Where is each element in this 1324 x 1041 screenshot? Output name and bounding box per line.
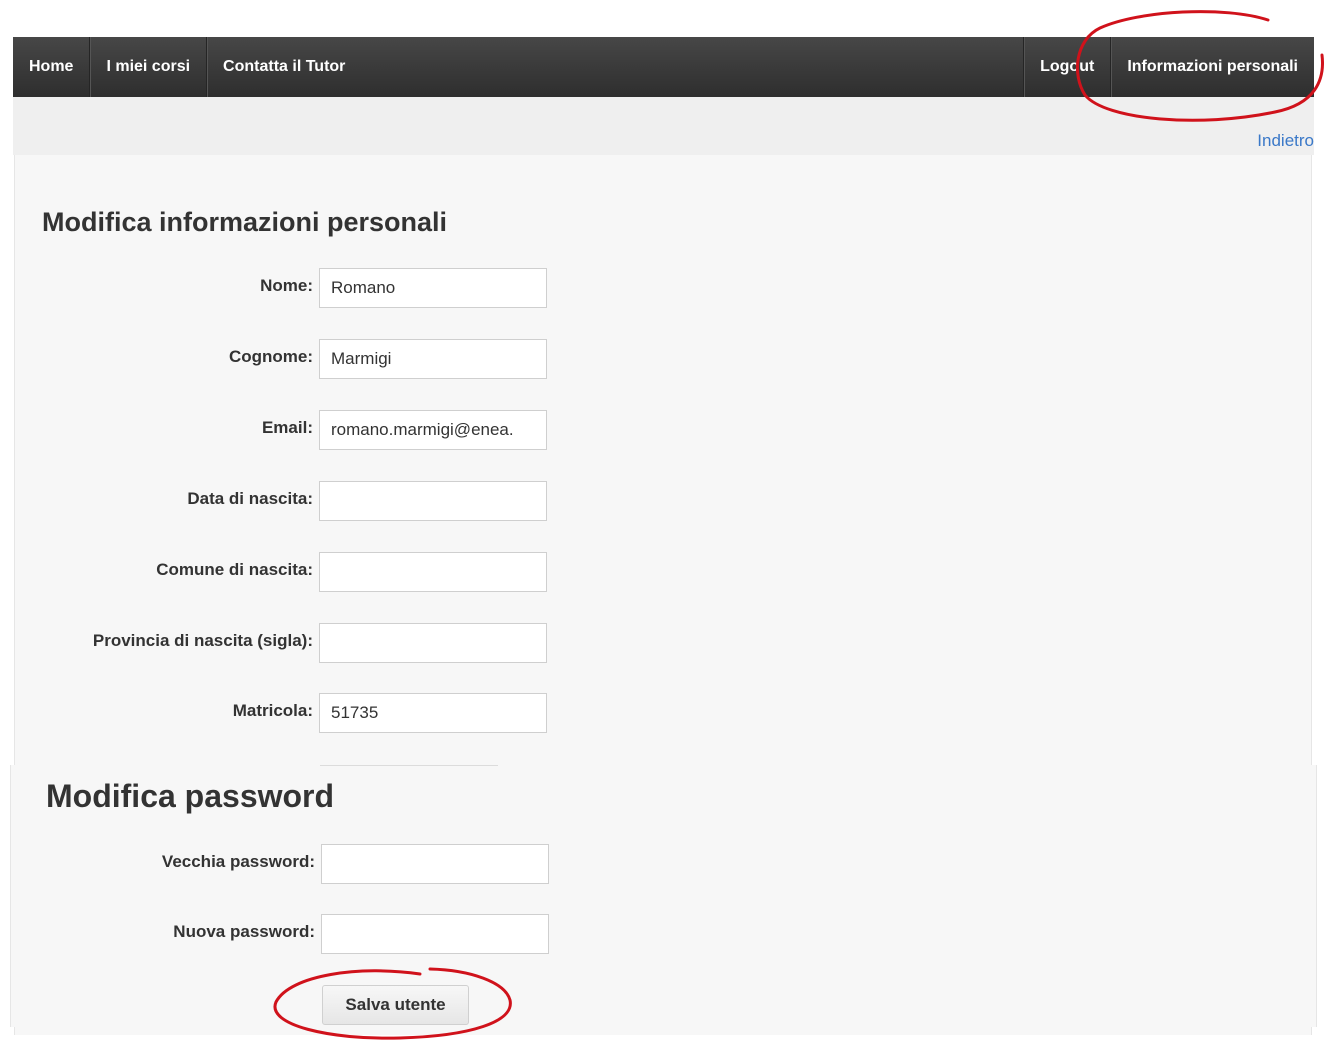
navbar-right-group: Logout Informazioni personali	[1023, 37, 1314, 97]
form-row-data-nascita: Data di nascita:	[0, 481, 313, 521]
form-row-cognome: Cognome:	[0, 339, 313, 379]
email-label: Email:	[261, 418, 313, 437]
personal-info-title: Modifica informazioni personali	[42, 207, 448, 237]
nav-logout[interactable]: Logout	[1023, 37, 1110, 97]
form-row-new-password: Nuova password:	[0, 914, 315, 954]
data-nascita-label: Data di nascita:	[187, 489, 313, 508]
nav-my-courses[interactable]: I miei corsi	[90, 37, 208, 97]
form-row-old-password: Vecchia password:	[0, 844, 315, 884]
data-nascita-input[interactable]	[319, 481, 547, 521]
matricola-label: Matricola:	[232, 701, 313, 720]
comune-nascita-input[interactable]	[319, 552, 547, 592]
save-user-button[interactable]: Salva utente	[322, 985, 469, 1025]
cognome-label: Cognome:	[228, 347, 313, 366]
nav-contact-tutor[interactable]: Contatta il Tutor	[207, 37, 361, 97]
nav-home[interactable]: Home	[13, 37, 91, 97]
cognome-input[interactable]	[319, 339, 547, 379]
nome-input[interactable]	[319, 268, 547, 308]
form-row-provincia-nascita: Provincia di nascita (sigla):	[0, 623, 313, 663]
comune-nascita-label: Comune di nascita:	[156, 560, 313, 579]
form-row-comune-nascita: Comune di nascita:	[0, 552, 313, 592]
back-link[interactable]: Indietro	[1257, 131, 1314, 151]
old-password-label: Vecchia password:	[161, 852, 315, 871]
nome-label: Nome:	[260, 276, 313, 295]
navbar-left-group: Home I miei corsi Contatta il Tutor	[13, 37, 361, 97]
matricola-input[interactable]	[319, 693, 547, 733]
provincia-nascita-input[interactable]	[319, 623, 547, 663]
form-row-nome: Nome:	[0, 268, 313, 308]
provincia-nascita-label: Provincia di nascita (sigla):	[92, 631, 313, 650]
form-row-email: Email:	[0, 410, 313, 450]
new-password-label: Nuova password:	[173, 922, 315, 941]
new-password-input[interactable]	[321, 914, 549, 954]
old-password-input[interactable]	[321, 844, 549, 884]
password-title: Modifica password	[46, 778, 335, 814]
sub-toolbar	[13, 97, 1314, 155]
email-input[interactable]	[319, 410, 547, 450]
section-divider	[320, 765, 498, 766]
nav-personal-info[interactable]: Informazioni personali	[1110, 37, 1314, 97]
top-navbar: Home I miei corsi Contatta il Tutor Logo…	[13, 37, 1314, 97]
form-row-matricola: Matricola:	[0, 693, 313, 733]
